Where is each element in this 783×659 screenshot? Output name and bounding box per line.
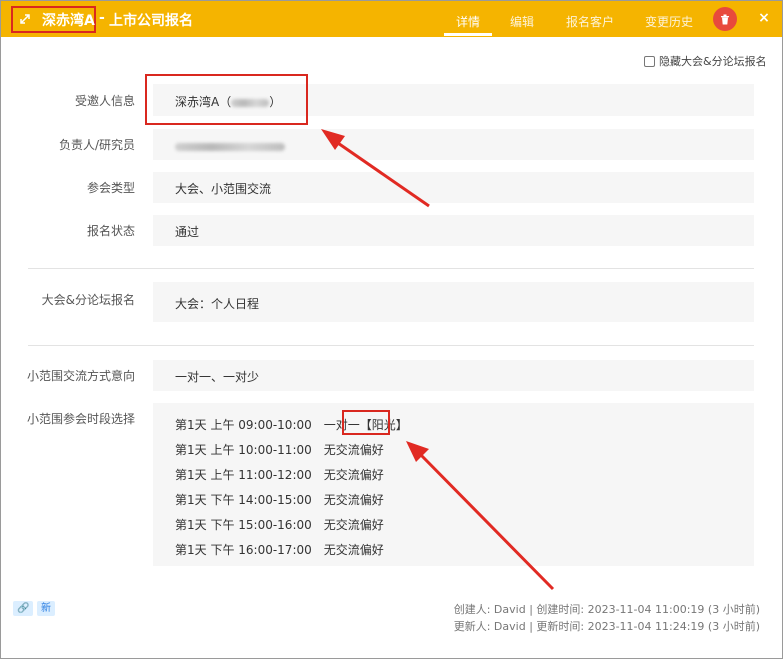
- section-divider: [28, 268, 754, 269]
- tab-detail[interactable]: 详情: [456, 13, 480, 30]
- created-info: 创建人: David | 创建时间: 2023-11-04 11:00:19 (…: [453, 603, 760, 616]
- active-tab-underline: [444, 33, 492, 36]
- meeting-type-field: 大会、小范围交流: [153, 172, 754, 203]
- page-title: 深赤湾A: [42, 13, 95, 29]
- hide-forum-label: 隐藏大会&分论坛报名: [659, 55, 767, 68]
- dialog-frame: 深赤湾A - 上市公司报名 详情 编辑 报名客户 变更历史 × 隐藏大会&分论坛…: [0, 0, 783, 659]
- updated-info: 更新人: David | 更新时间: 2023-11-04 11:24:19 (…: [453, 620, 760, 633]
- owner-field: [153, 129, 754, 160]
- page-subtitle: 上市公司报名: [109, 13, 193, 29]
- small-mode-value: 一对一、一对少: [175, 370, 260, 384]
- tab-edit[interactable]: 编辑: [510, 13, 534, 30]
- expand-icon[interactable]: [19, 13, 31, 25]
- hide-forum-checkbox[interactable]: [644, 55, 655, 67]
- meeting-type-value: 大会、小范围交流: [175, 182, 272, 196]
- meeting-type-label: 参会类型: [86, 181, 135, 195]
- slot-row: 第1天 上午 11:00-12:00 无交流偏好: [175, 468, 384, 482]
- status-label: 报名状态: [86, 224, 135, 238]
- close-icon[interactable]: ×: [757, 11, 771, 25]
- slot-row: 第1天 上午 10:00-11:00 无交流偏好: [175, 443, 384, 457]
- new-badge[interactable]: 新: [37, 601, 55, 616]
- forum-label: 大会&分论坛报名: [41, 293, 135, 307]
- hide-forum-option[interactable]: 隐藏大会&分论坛报名: [644, 53, 767, 69]
- owner-value-redacted: [175, 139, 285, 153]
- trash-icon: [721, 14, 729, 24]
- section-divider: [28, 345, 754, 346]
- slot-row: 第1天 下午 14:00-15:00 无交流偏好: [175, 493, 384, 507]
- invitee-label: 受邀人信息: [74, 94, 135, 108]
- delete-button[interactable]: [713, 7, 737, 31]
- slot-row: 第1天 下午 16:00-17:00 无交流偏好: [175, 543, 384, 557]
- forum-value: 大会：个人日程: [175, 297, 260, 311]
- tab-change-history[interactable]: 变更历史: [645, 13, 693, 30]
- title-separator: -: [99, 10, 105, 26]
- slot-row: 第1天 下午 15:00-16:00 无交流偏好: [175, 518, 384, 532]
- small-mode-label: 小范围交流方式意向: [26, 369, 135, 383]
- status-field: 通过: [153, 215, 754, 246]
- slot-annotation-box: [342, 410, 390, 435]
- invitee-annotation-box: [145, 74, 308, 125]
- slots-field: 第1天 上午 09:00-10:00 一对一【阳光】 第1天 上午 10:00-1…: [153, 403, 754, 566]
- link-icon[interactable]: 🔗: [13, 601, 34, 616]
- slots-label: 小范围参会时段选择: [26, 412, 135, 426]
- owner-label: 负责人/研究员: [58, 138, 135, 152]
- tab-registered-clients[interactable]: 报名客户: [566, 13, 614, 30]
- small-mode-field: 一对一、一对少: [153, 360, 754, 391]
- status-value: 通过: [175, 225, 200, 239]
- forum-field: 大会：个人日程: [153, 282, 754, 322]
